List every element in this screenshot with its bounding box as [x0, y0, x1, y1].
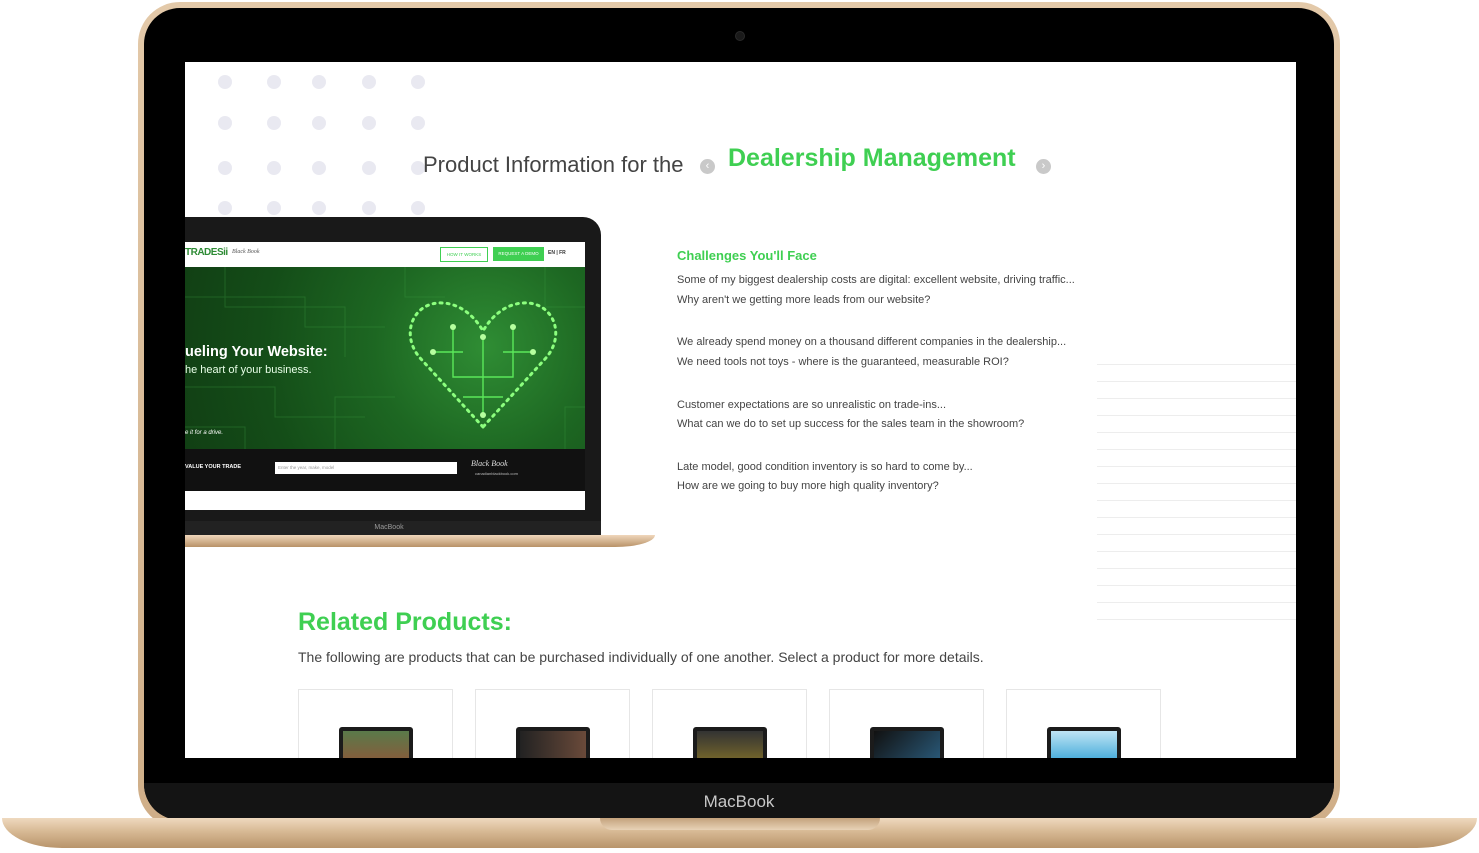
thumbnail-screen — [520, 731, 586, 758]
dot — [411, 201, 425, 215]
dot — [362, 116, 376, 130]
dot — [218, 161, 232, 175]
camera-icon — [735, 31, 745, 41]
laptop-notch — [600, 818, 880, 830]
dot — [362, 201, 376, 215]
dot — [411, 116, 425, 130]
page-title-prefix: Product Information for the — [423, 152, 684, 177]
challenge-line: Some of my biggest dealership costs are … — [677, 274, 1075, 286]
dot — [362, 161, 376, 175]
thumbnail-screen — [697, 731, 763, 758]
preview-partner-logo: Black Book — [232, 249, 260, 255]
dot-pattern — [218, 75, 438, 215]
preview-form-partner-site: canadianblackbook.com — [475, 471, 518, 476]
dot — [267, 75, 281, 89]
dot — [267, 161, 281, 175]
preview-form-partner-logo: Black Book — [471, 459, 508, 468]
challenges-title: Challenges You'll Face — [677, 248, 817, 263]
related-product-card[interactable] — [298, 689, 453, 758]
preview-screen: TRADESii Black Book HOW IT WORKS REQUEST… — [185, 242, 585, 510]
product-thumbnail — [516, 727, 590, 758]
related-product-card[interactable] — [652, 689, 807, 758]
preview-laptop-base — [185, 535, 655, 547]
thumbnail-screen — [874, 731, 940, 758]
decorative-lines — [1097, 348, 1296, 623]
dot — [411, 75, 425, 89]
laptop-brand-label: MacBook — [144, 783, 1334, 820]
preview-form-label: VALUE YOUR TRADE — [185, 464, 242, 470]
dot — [312, 75, 326, 89]
thumbnail-screen — [343, 731, 409, 758]
challenge-line: Customer expectations are so unrealistic… — [677, 399, 947, 411]
preview-hero-note: e it for a drive. — [185, 430, 224, 436]
product-thumbnail — [339, 727, 413, 758]
preview-request-demo-button[interactable]: REQUEST A DEMO — [493, 247, 544, 261]
dot — [312, 201, 326, 215]
product-thumbnail — [870, 727, 944, 758]
related-products-description: The following are products that can be p… — [298, 649, 984, 665]
preview-hero: ueling Your Website: he heart of your bu… — [185, 267, 585, 449]
product-thumbnail — [1047, 727, 1121, 758]
preview-nav: TRADESii Black Book HOW IT WORKS REQUEST… — [185, 242, 585, 266]
preview-language-switch[interactable]: EN | FR — [548, 250, 566, 256]
challenge-line: How are we going to buy more high qualit… — [677, 480, 939, 492]
dot — [218, 201, 232, 215]
challenge-line: We need tools not toys - where is the gu… — [677, 356, 1009, 368]
related-product-card[interactable] — [475, 689, 630, 758]
preview-hero-headline: ueling Your Website: — [185, 344, 328, 360]
next-product-arrow-icon[interactable]: › — [1036, 159, 1051, 174]
web-page: Product Information for the ‹ Dealership… — [185, 62, 1296, 758]
related-product-card[interactable] — [829, 689, 984, 758]
dot — [218, 75, 232, 89]
preview-hero-subline: he heart of your business. — [185, 364, 312, 376]
dot — [267, 201, 281, 215]
dot — [267, 116, 281, 130]
challenge-line: We already spend money on a thousand dif… — [677, 336, 1067, 348]
related-product-card[interactable] — [1006, 689, 1161, 758]
dot — [312, 161, 326, 175]
preview-device-label: MacBook — [185, 521, 601, 535]
page-title-product: Dealership Management — [728, 144, 1016, 172]
prev-product-arrow-icon[interactable]: ‹ — [700, 159, 715, 174]
preview-how-it-works-button[interactable]: HOW IT WORKS — [440, 247, 488, 262]
related-products-title: Related Products: — [298, 608, 512, 636]
dot — [312, 116, 326, 130]
challenge-line: Late model, good condition inventory is … — [677, 461, 973, 473]
challenge-line: What can we do to set up success for the… — [677, 418, 1025, 430]
dot — [218, 116, 232, 130]
product-thumbnail — [693, 727, 767, 758]
circuit-heart-icon — [408, 301, 558, 430]
challenge-line: Why aren't we getting more leads from ou… — [677, 294, 931, 306]
preview-trade-form: VALUE YOUR TRADE Enter the year, make, m… — [185, 449, 585, 491]
thumbnail-screen — [1051, 731, 1117, 758]
preview-trade-input[interactable]: Enter the year, make, model — [275, 462, 457, 474]
preview-logo: TRADESii — [185, 247, 228, 258]
dot — [362, 75, 376, 89]
